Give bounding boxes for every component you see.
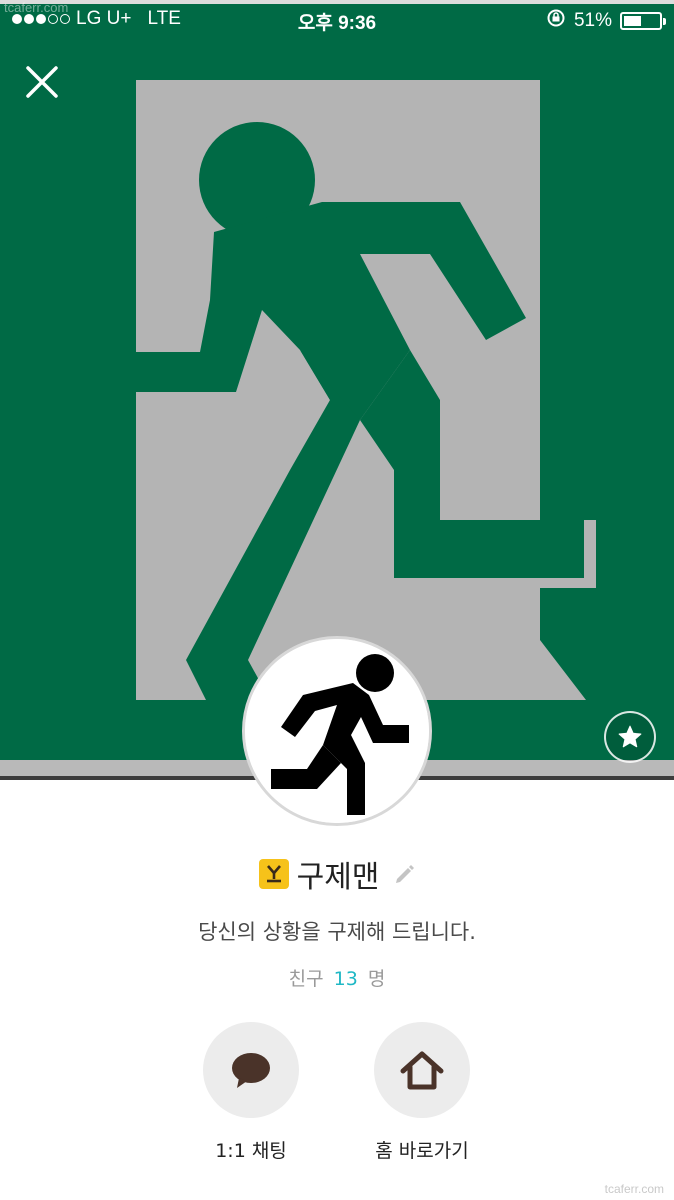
rotation-lock-icon	[546, 8, 566, 34]
battery-percent: 51%	[573, 10, 612, 31]
friends-count-row: 친구 13 명	[0, 964, 674, 991]
watermark-bottom: tcaferr.com	[604, 1182, 664, 1196]
one-to-one-chat-button[interactable]: 1:1 채팅	[166, 1022, 336, 1163]
close-button[interactable]	[22, 62, 62, 102]
watermark-top: tcaferr.com	[4, 0, 69, 15]
speech-bubble-icon	[232, 1053, 270, 1088]
chat-button-circle[interactable]	[203, 1022, 299, 1118]
plus-friend-badge-icon	[258, 859, 289, 889]
home-shortcut-button[interactable]: 홈 바로가기	[337, 1022, 507, 1163]
status-message: 당신의 상황을 구제해 드립니다.	[198, 920, 476, 944]
status-bar: LG U+ LTE 오후 9:36 51%	[0, 0, 674, 38]
star-icon	[618, 725, 642, 748]
friends-count: 13	[333, 968, 358, 990]
friends-label: 친구	[288, 968, 324, 990]
avatar[interactable]	[242, 636, 432, 826]
status-right: 51%	[546, 8, 666, 34]
home-button-circle[interactable]	[374, 1022, 470, 1118]
battery-icon	[620, 12, 666, 30]
home-icon	[400, 1051, 444, 1090]
pencil-icon[interactable]	[393, 863, 415, 885]
running-man-icon	[245, 639, 429, 823]
profile-name-row: 구제맨	[0, 852, 674, 896]
home-button-label: 홈 바로가기	[375, 1140, 469, 1162]
favorite-button[interactable]	[604, 711, 656, 763]
chat-button-label: 1:1 채팅	[215, 1140, 287, 1162]
close-icon	[26, 66, 58, 98]
friends-unit: 명	[367, 968, 386, 990]
profile-name: 구제맨	[296, 860, 380, 895]
